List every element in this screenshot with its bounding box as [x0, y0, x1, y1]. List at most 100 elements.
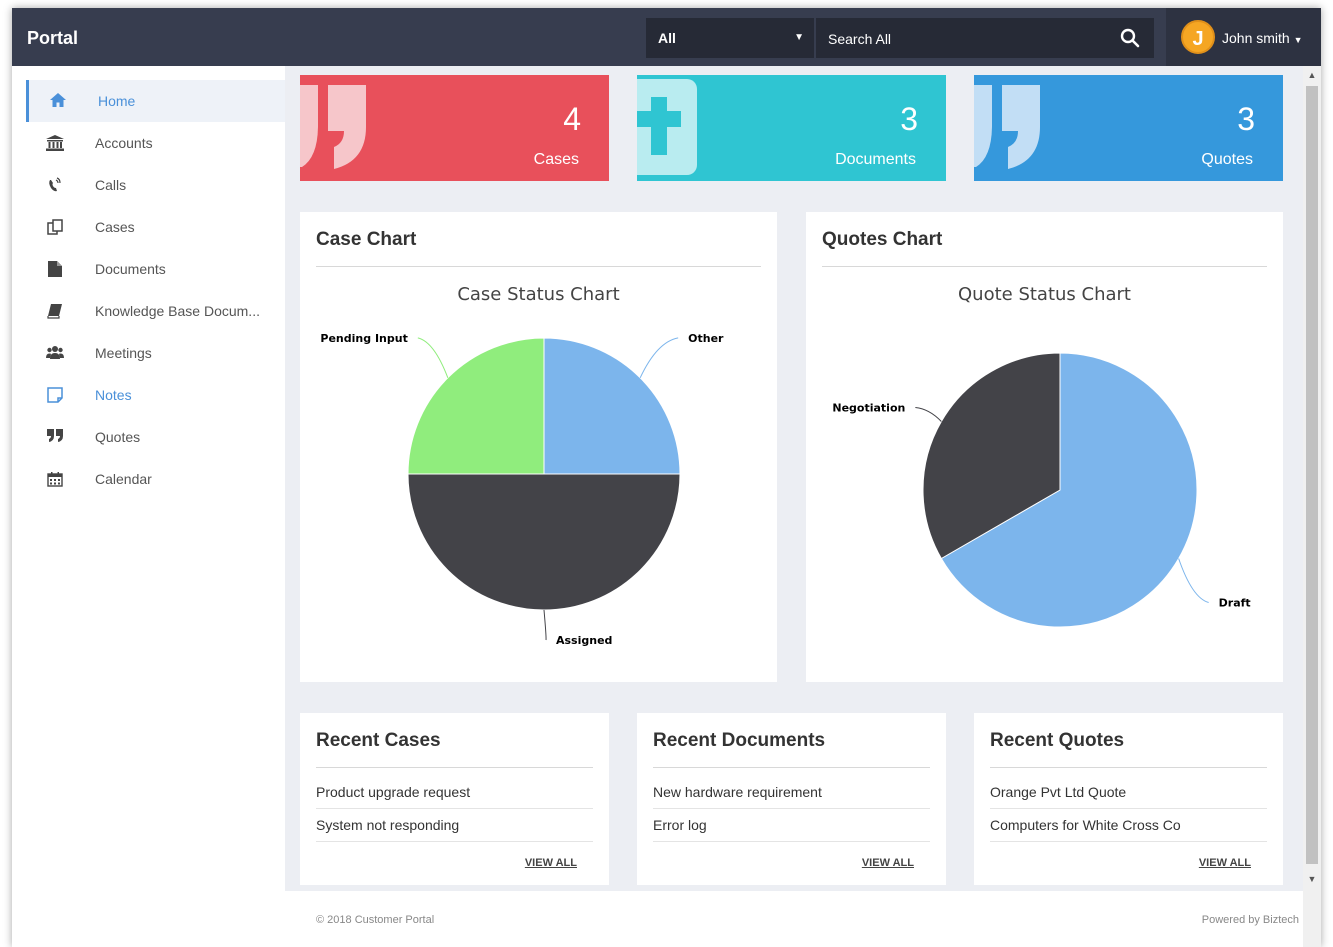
sidebar-item-notes[interactable]: Notes — [26, 374, 285, 416]
list-item[interactable]: Product upgrade request — [316, 776, 593, 809]
pie-connector — [639, 337, 679, 379]
search-icon[interactable] — [1120, 28, 1140, 48]
scroll-up-arrow-icon[interactable]: ▲ — [1303, 66, 1321, 84]
list-item[interactable]: System not responding — [316, 809, 593, 842]
footer: © 2018 Customer Portal Powered by Biztec… — [285, 891, 1303, 947]
list-item[interactable]: Computers for White Cross Co — [990, 809, 1267, 842]
stat-count: 3 — [900, 101, 918, 137]
recent-quotes-card: Recent Quotes Orange Pvt Ltd Quote Compu… — [974, 713, 1283, 885]
pie-connector — [1178, 558, 1209, 603]
search-input[interactable]: Search All — [816, 18, 1154, 58]
sidebar-item-label: Cases — [95, 219, 135, 235]
list-item[interactable]: Error log — [653, 809, 930, 842]
pie-slice-assigned[interactable] — [407, 473, 681, 611]
powered-by-text: Powered by Biztech — [1201, 914, 1299, 926]
portal-window: Portal All ▼ Search All J John smith ▼ H… — [12, 8, 1321, 947]
view-all-link[interactable]: VIEW ALL — [1199, 857, 1251, 869]
plus-document-icon — [637, 79, 697, 175]
stat-label: Quotes — [1201, 151, 1253, 168]
home-icon — [49, 93, 67, 109]
document-icon — [46, 261, 64, 277]
users-icon — [46, 345, 64, 361]
bank-icon — [46, 135, 64, 151]
sidebar-item-label: Calls — [95, 177, 127, 193]
scroll-down-arrow-icon[interactable]: ▼ — [1303, 870, 1321, 888]
top-bar: Portal All ▼ Search All J John smith ▼ — [12, 8, 1321, 66]
view-all-link[interactable]: VIEW ALL — [525, 857, 577, 869]
sidebar-item-calendar[interactable]: Calendar — [26, 458, 285, 500]
sidebar-item-accounts[interactable]: Accounts — [26, 122, 285, 164]
sidebar-item-label: Quotes — [95, 429, 141, 445]
scrollbar[interactable]: ▲ ▼ — [1303, 66, 1321, 947]
sidebar-item-label: Calendar — [95, 471, 152, 487]
view-all-link[interactable]: VIEW ALL — [862, 857, 914, 869]
stat-tile-documents[interactable]: 3 Documents — [637, 75, 946, 181]
user-name-text: John smith — [1222, 30, 1290, 46]
case-status-pie-chart: Other Assigned Pending Input — [320, 332, 724, 647]
sidebar-item-label: Notes — [95, 387, 132, 403]
main-content: 4 Cases 3 Documents 3 Quotes Case Chart … — [285, 66, 1303, 947]
recent-documents-card: Recent Documents New hardware requiremen… — [637, 713, 946, 885]
pie-connector — [915, 407, 942, 422]
stat-count: 4 — [563, 101, 581, 137]
sidebar-item-home[interactable]: Home — [26, 80, 285, 122]
user-menu[interactable]: J John smith ▼ — [1166, 8, 1321, 66]
sidebar-item-quotes[interactable]: Quotes — [26, 416, 285, 458]
avatar[interactable]: J — [1181, 20, 1215, 54]
sidebar-item-label: Accounts — [95, 135, 153, 151]
sidebar-item-meetings[interactable]: Meetings — [26, 332, 285, 374]
copyright-text: © 2018 Customer Portal — [316, 914, 435, 926]
stat-label: Cases — [533, 151, 579, 168]
chevron-down-icon: ▼ — [1293, 35, 1303, 45]
user-name[interactable]: John smith ▼ — [1222, 30, 1303, 46]
pie-connector — [417, 337, 449, 379]
list-item[interactable]: Orange Pvt Ltd Quote — [990, 776, 1267, 809]
quote-icon — [46, 429, 64, 445]
case-chart-card: Case Chart Case Status Chart Other Assign… — [300, 212, 777, 682]
list-item[interactable]: New hardware requirement — [653, 776, 930, 809]
pie-label: Draft — [1219, 597, 1251, 610]
divider — [990, 767, 1267, 768]
quote-status-pie-chart: Draft Negotiation — [832, 352, 1251, 628]
sidebar: Home Accounts Calls Cases Documents Know… — [12, 66, 285, 947]
search-scope-value: All — [658, 30, 676, 46]
recent-cases-card: Recent Cases Product upgrade request Sys… — [300, 713, 609, 885]
sidebar-item-cases[interactable]: Cases — [26, 206, 285, 248]
pie-connector — [543, 609, 547, 641]
calendar-icon — [46, 471, 64, 487]
sidebar-item-label: Home — [98, 93, 136, 109]
chevron-down-icon: ▼ — [794, 32, 804, 43]
divider — [316, 767, 593, 768]
quote-icon — [974, 85, 1040, 169]
cases-icon — [46, 219, 64, 235]
pie-label: Assigned — [556, 634, 612, 647]
stat-tile-quotes[interactable]: 3 Quotes — [974, 75, 1283, 181]
pie-label: Negotiation — [832, 402, 905, 415]
sidebar-item-knowledge-base[interactable]: Knowledge Base Docum... — [26, 290, 285, 332]
pie-label: Pending Input — [320, 332, 407, 345]
pie-label: Other — [688, 332, 724, 345]
pie-slice-other[interactable] — [543, 337, 681, 475]
search-scope-select[interactable]: All ▼ — [646, 18, 814, 58]
search-placeholder: Search All — [828, 31, 892, 47]
card-title: Recent Quotes — [990, 730, 1125, 751]
sidebar-item-label: Knowledge Base Docum... — [95, 303, 260, 319]
sidebar-item-calls[interactable]: Calls — [26, 164, 285, 206]
quotes-chart-card: Quotes Chart Quote Status Chart Draft Neg… — [806, 212, 1283, 682]
note-icon — [46, 387, 64, 403]
sidebar-item-label: Meetings — [95, 345, 152, 361]
scrollbar-thumb[interactable] — [1306, 86, 1318, 864]
book-icon — [46, 303, 64, 319]
stat-count: 3 — [1237, 101, 1255, 137]
card-title: Recent Cases — [316, 730, 441, 751]
pie-slice-pending-input[interactable] — [407, 337, 545, 475]
sidebar-item-label: Documents — [95, 261, 166, 277]
divider — [653, 767, 930, 768]
phone-icon — [46, 177, 64, 193]
sidebar-item-documents[interactable]: Documents — [26, 248, 285, 290]
brand-title[interactable]: Portal — [27, 28, 78, 49]
card-title: Recent Documents — [653, 730, 826, 751]
stat-label: Documents — [835, 151, 916, 168]
quote-icon — [300, 85, 366, 169]
stat-tile-cases[interactable]: 4 Cases — [300, 75, 609, 181]
